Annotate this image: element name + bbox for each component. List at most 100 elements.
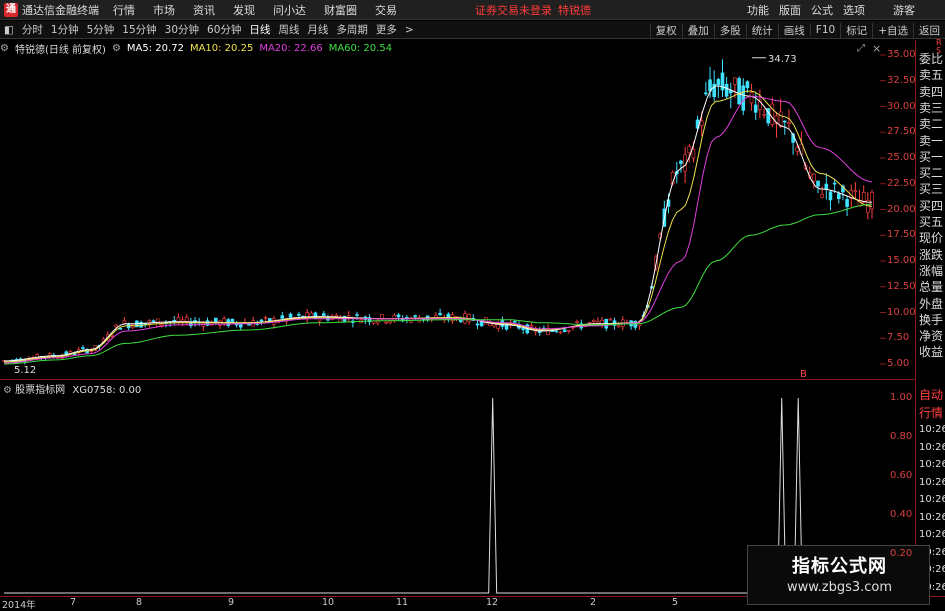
candle-body xyxy=(596,321,600,324)
candle-body xyxy=(396,314,401,318)
period-tab-15min[interactable]: 15分钟 xyxy=(122,22,156,37)
menu-item-function[interactable]: 功能 xyxy=(747,2,769,18)
candle-body xyxy=(521,328,525,330)
auto-quote-label[interactable]: 自动 xyxy=(919,386,943,403)
menu-item-layout[interactable]: 版面 xyxy=(779,2,801,18)
candle-body xyxy=(591,320,596,323)
price-tick: 20.00 xyxy=(887,203,916,215)
quote-field-label: 卖四 xyxy=(919,84,944,99)
candle-body xyxy=(263,317,268,319)
guest-label[interactable]: 游客 xyxy=(893,2,915,18)
period-toolbar: ◧ 分时 1分钟 5分钟 15分钟 30分钟 60分钟 日线 周线 月线 多周期… xyxy=(0,21,945,39)
price-tick: 7.50 xyxy=(887,332,910,344)
menu-item-wealth[interactable]: 财富圈 xyxy=(324,2,357,18)
menu-item-options[interactable]: 选项 xyxy=(843,2,865,18)
candle-body xyxy=(575,321,579,323)
quote-field-label: 收益 xyxy=(919,345,944,360)
candle-body xyxy=(334,315,339,317)
candle-body xyxy=(737,78,741,105)
period-tab-weekly[interactable]: 周线 xyxy=(278,22,299,37)
price-tick: 35.00 xyxy=(887,49,916,60)
candle-body xyxy=(716,79,721,86)
candle-body xyxy=(853,190,858,193)
close-overlay-icon[interactable]: × xyxy=(872,42,881,55)
candle-body xyxy=(297,314,301,316)
period-tab-multi[interactable]: 多周期 xyxy=(336,22,368,37)
menu-item-ask[interactable]: 问小达 xyxy=(273,2,306,18)
candle-body xyxy=(230,318,235,323)
high-price-label: 34.73 xyxy=(768,54,797,65)
candle-body xyxy=(587,322,592,324)
time-tick: 8 xyxy=(136,597,143,608)
price-tick: 22.50 xyxy=(887,177,916,189)
adjust-button[interactable]: 复权 xyxy=(649,22,682,38)
menu-item-market[interactable]: 市场 xyxy=(153,2,175,18)
quote-field-label: 涨跌 xyxy=(919,247,944,262)
time-tick: 11 xyxy=(396,597,409,608)
menu-item-news[interactable]: 资讯 xyxy=(193,2,215,18)
candle-body xyxy=(280,315,285,319)
settings-gear-icon[interactable]: ⚙ xyxy=(0,43,9,54)
menu-item-discover[interactable]: 发现 xyxy=(233,2,255,18)
back-button[interactable]: 返回 xyxy=(913,22,945,38)
candle-body xyxy=(691,148,696,159)
ma-line-ma10 xyxy=(4,90,873,363)
period-tab-monthly[interactable]: 月线 xyxy=(307,22,328,37)
statistics-button[interactable]: 统计 xyxy=(745,22,778,38)
sub-gear-icon[interactable]: ⚙ xyxy=(3,385,12,396)
candle-body xyxy=(762,113,766,116)
quote-field-label: 买三 xyxy=(919,182,944,197)
candle-body xyxy=(608,318,613,321)
price-tick: 25.00 xyxy=(887,152,916,163)
toolbar-menu-icon[interactable]: ◧ xyxy=(4,24,14,36)
quote-panel: R S 委比 卖五 卖四 卖三 卖二 卖一 买一 买二 买三 买四 买五 现价 涨跌 涨幅 总量 外盘 换手 净资 收益… xyxy=(916,38,945,605)
add-watchlist-button[interactable]: +自选 xyxy=(872,22,913,38)
more-chevron-icon[interactable]: > xyxy=(405,24,414,36)
candle-body xyxy=(699,120,704,127)
period-tab-daily[interactable]: 日线 xyxy=(249,22,270,37)
overlay-button[interactable]: 叠加 xyxy=(681,22,714,38)
auto-quote-label[interactable]: 行情 xyxy=(919,404,943,421)
quote-field-label: 卖一 xyxy=(919,133,944,148)
tick-time: 10:26 xyxy=(919,441,945,453)
candle-body xyxy=(114,324,118,328)
price-chart[interactable]: 34.73 5.12 B xyxy=(0,41,915,379)
info-gear-icon[interactable]: ⚙ xyxy=(112,43,121,54)
candle-body xyxy=(554,330,559,333)
app-logo-icon: 通 xyxy=(4,2,18,17)
draw-line-button[interactable]: 画线 xyxy=(777,22,810,38)
login-warning[interactable]: 证券交易未登录 xyxy=(475,2,552,18)
period-tab-30min[interactable]: 30分钟 xyxy=(165,22,199,37)
tick-time: 10:26 xyxy=(919,424,945,435)
candle-body xyxy=(782,120,787,123)
quote-field-label: 买四 xyxy=(919,198,944,213)
menu-item-quotes[interactable]: 行情 xyxy=(113,2,135,18)
time-tick: 5 xyxy=(672,597,679,608)
period-tab-60min[interactable]: 60分钟 xyxy=(207,22,241,37)
tick-time: 10:26 xyxy=(919,459,945,470)
multi-stock-button[interactable]: 多股 xyxy=(713,22,746,38)
ma5-value: MA5: 20.72 xyxy=(126,42,184,54)
period-tab-1min[interactable]: 1分钟 xyxy=(51,22,79,37)
menu-item-trade[interactable]: 交易 xyxy=(375,2,397,18)
f10-button[interactable]: F10 xyxy=(809,24,840,36)
ma-line-ma60 xyxy=(3,203,873,365)
fullscreen-icon[interactable]: ⤢ xyxy=(857,43,865,54)
quote-field-label: 买一 xyxy=(919,149,944,164)
mark-button[interactable]: 标记 xyxy=(840,22,872,38)
period-tab-intraday[interactable]: 分时 xyxy=(22,22,43,37)
candle-body xyxy=(704,92,708,95)
price-tick: 17.50 xyxy=(887,229,916,241)
period-tab-5min[interactable]: 5分钟 xyxy=(87,22,115,37)
candle-body xyxy=(384,321,388,324)
candle-body xyxy=(816,180,820,187)
quote-field-label: 外盘 xyxy=(919,296,944,311)
time-tick: 9 xyxy=(228,597,235,608)
price-tick: 12.50 xyxy=(887,280,916,292)
period-tab-more[interactable]: 更多 xyxy=(376,22,397,37)
candle-body xyxy=(558,331,563,334)
candle-body xyxy=(355,314,359,316)
candle-body xyxy=(753,104,758,113)
menu-item-formula[interactable]: 公式 xyxy=(811,2,833,18)
candle-body xyxy=(832,182,837,185)
